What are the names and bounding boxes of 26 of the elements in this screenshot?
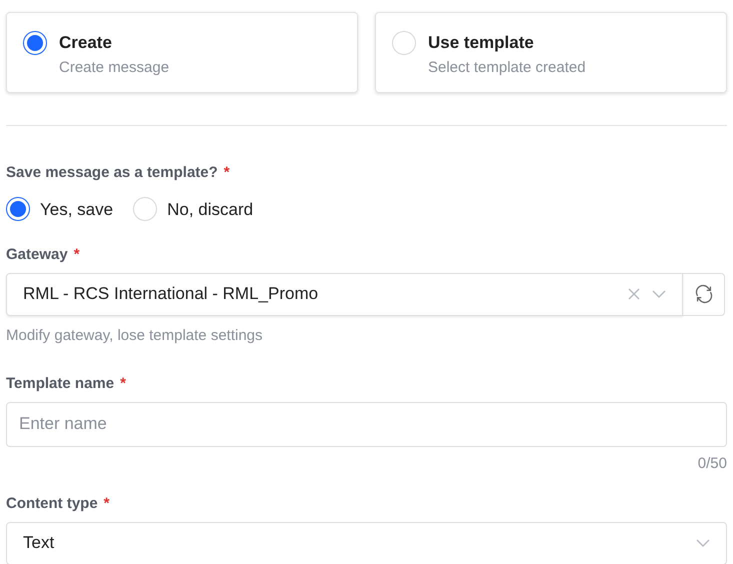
required-mark: * — [104, 494, 110, 514]
option-subtitle: Create message — [59, 58, 170, 78]
required-mark: * — [120, 374, 126, 394]
option-card[interactable]: Create Create message — [6, 12, 358, 93]
required-mark: * — [224, 163, 230, 183]
option-title: Use template — [428, 32, 535, 54]
chevron-down-icon — [696, 539, 710, 547]
radio-label[interactable]: No, discard — [167, 196, 254, 222]
field-label: Save message as a template? — [6, 163, 218, 183]
radio-label[interactable]: Yes, save — [40, 196, 114, 222]
template-name-field[interactable]: Enter name — [6, 402, 727, 446]
radio-button[interactable] — [6, 197, 30, 222]
option-title: Create — [59, 32, 113, 54]
content-type-select[interactable]: Text — [6, 522, 727, 564]
option-card[interactable]: Use template Select template created — [375, 12, 727, 93]
field-label: Template name — [6, 374, 114, 394]
option-subtitle: Select template created — [428, 58, 586, 78]
chevron-down-icon — [652, 290, 666, 298]
refresh-button[interactable] — [683, 272, 725, 316]
field-label: Gateway — [6, 245, 68, 265]
field-label: Content type — [6, 494, 98, 514]
required-mark: * — [74, 245, 80, 265]
radio-button[interactable] — [23, 31, 47, 55]
gateway-select[interactable]: RML - RCS International - RML_Promo — [6, 272, 683, 316]
character-counter: 0/50 — [698, 454, 727, 474]
hint-text: Modify gateway, lose template settings — [6, 326, 264, 346]
